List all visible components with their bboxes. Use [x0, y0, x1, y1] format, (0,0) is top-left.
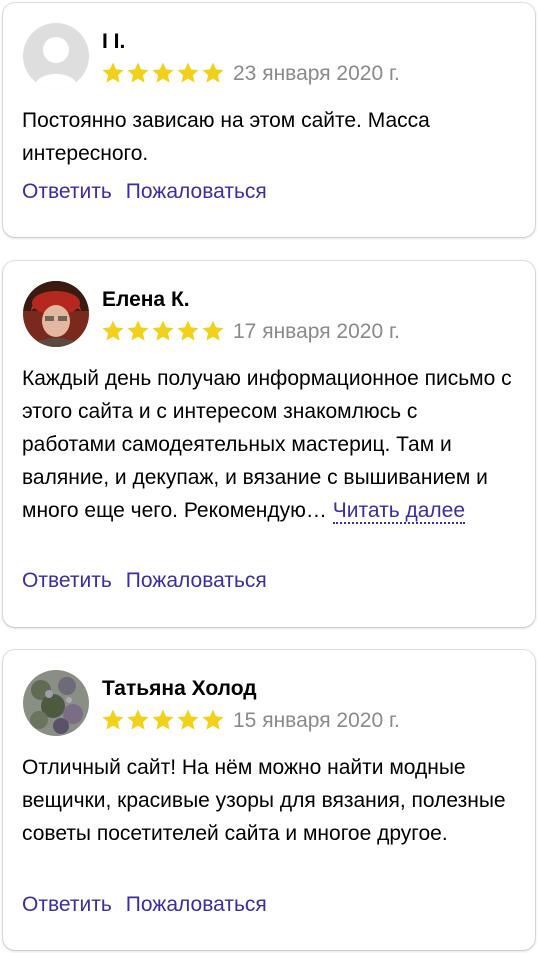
user-silhouette-icon [23, 23, 89, 89]
avatar-photo-woman-red-hat [23, 281, 89, 347]
star-icon [177, 709, 199, 730]
review-text-body: Отличный сайт! На нём можно найти модные… [22, 756, 506, 845]
star-icon [152, 320, 174, 341]
rating-stars [101, 61, 225, 85]
review-actions: Ответить Пожаловаться [22, 569, 267, 593]
star-icon [202, 320, 224, 341]
reply-link[interactable]: Ответить [22, 180, 112, 203]
avatar-photo-plant [23, 670, 89, 736]
review-author[interactable]: I I. [102, 30, 125, 54]
rating-stars [101, 319, 225, 343]
complain-link[interactable]: Пожаловаться [126, 893, 267, 916]
avatar[interactable] [23, 670, 89, 736]
review-author[interactable]: Татьяна Холод [102, 677, 257, 701]
review-actions: Ответить Пожаловаться [22, 893, 267, 917]
review-text: Отличный сайт! На нём можно найти модные… [22, 751, 512, 850]
review-date: 23 января 2020 г. [233, 62, 400, 85]
review-author[interactable]: Елена К. [102, 288, 190, 312]
rating-stars [101, 708, 225, 732]
complain-link[interactable]: Пожаловаться [126, 180, 267, 203]
avatar[interactable] [23, 281, 89, 347]
star-icon [152, 709, 174, 730]
star-icon [127, 62, 149, 83]
star-icon [202, 62, 224, 83]
review-actions: Ответить Пожаловаться [22, 180, 267, 204]
star-icon [127, 709, 149, 730]
star-icon [177, 62, 199, 83]
review-text-body: Постоянно зависаю на этом сайте. Масса и… [22, 109, 430, 165]
star-icon [102, 709, 124, 730]
star-icon [202, 709, 224, 730]
avatar-placeholder[interactable] [23, 23, 89, 89]
review-card: Елена К. 17 января 2020 г. Каждый день п… [3, 261, 535, 627]
review-date: 17 января 2020 г. [233, 320, 400, 343]
review-card: Татьяна Холод 15 января 2020 г. Отличный… [3, 650, 535, 950]
review-date: 15 января 2020 г. [233, 709, 400, 732]
star-icon [177, 320, 199, 341]
read-more-link[interactable]: Читать далее [332, 499, 466, 524]
star-icon [102, 320, 124, 341]
complain-link[interactable]: Пожаловаться [126, 569, 267, 592]
reply-link[interactable]: Ответить [22, 893, 112, 916]
star-icon [127, 320, 149, 341]
review-text: Каждый день получаю информационное письм… [22, 362, 512, 527]
review-card: I I. 23 января 2020 г. Постоянно зависаю… [3, 3, 535, 237]
reply-link[interactable]: Ответить [22, 569, 112, 592]
star-icon [152, 62, 174, 83]
star-icon [102, 62, 124, 83]
review-text: Постоянно зависаю на этом сайте. Масса и… [22, 104, 512, 170]
